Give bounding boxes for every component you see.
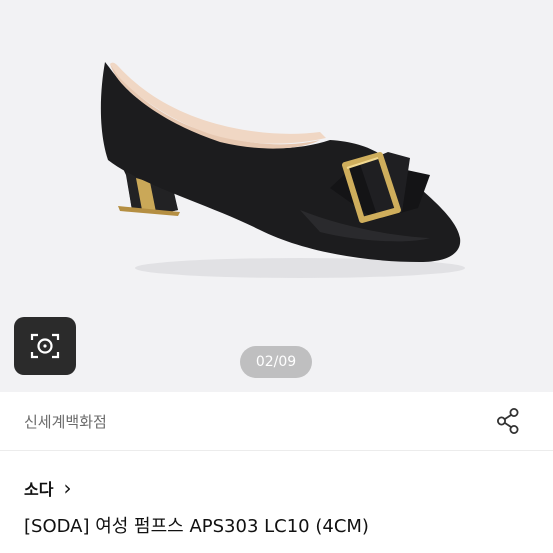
product-image-gallery[interactable]: 02/09 (0, 0, 553, 392)
chevron-right-icon: › (63, 476, 72, 500)
product-title: [SODA] 여성 펌프스 APS303 LC10 (4CM) (24, 516, 369, 537)
share-button[interactable] (493, 406, 523, 436)
store-name[interactable]: 신세계백화점 (24, 411, 107, 432)
camera-lens-icon (30, 333, 60, 359)
visual-search-button[interactable] (14, 317, 76, 375)
brand-name: 소다 (24, 480, 54, 499)
image-counter-badge: 02/09 (240, 346, 312, 378)
brand-link[interactable]: 소다 › (24, 476, 71, 500)
store-row: 신세계백화점 (0, 392, 553, 451)
share-icon (497, 408, 519, 434)
product-image (100, 62, 465, 278)
